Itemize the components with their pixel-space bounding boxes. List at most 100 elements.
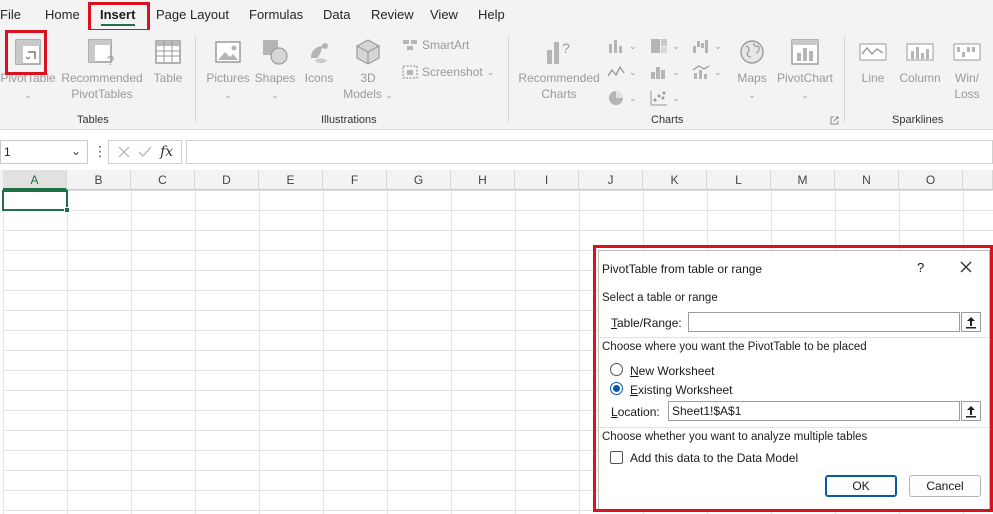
enter-check-icon[interactable] — [138, 145, 152, 159]
smartart-button[interactable]: SmartArt — [402, 38, 469, 52]
recommended-charts-label-2: Charts — [541, 87, 577, 101]
column-header-i[interactable]: I — [515, 170, 579, 190]
line-chart-icon — [607, 65, 625, 77]
pie-chart-icon — [609, 91, 623, 105]
tab-page-layout[interactable]: Page Layout — [156, 7, 229, 22]
column-header-partial[interactable] — [963, 170, 993, 190]
pivottable-button[interactable]: PivotTable ⌄ — [0, 38, 56, 103]
recommended-pivottables-label-1: Recommended — [61, 71, 143, 85]
column-header-k[interactable]: K — [643, 170, 707, 190]
fill-handle[interactable] — [64, 207, 70, 213]
collapse-arrow-up-icon — [966, 406, 976, 418]
chevron-down-icon: ⌄ — [486, 66, 495, 77]
collapse-arrow-up-icon — [966, 317, 976, 329]
tab-insert[interactable]: Insert — [100, 7, 135, 22]
sparkline-winloss-label-2: Loss — [954, 87, 980, 101]
column-header-j[interactable]: J — [579, 170, 643, 190]
column-header-m[interactable]: M — [771, 170, 835, 190]
formula-input[interactable] — [186, 140, 993, 164]
tab-view[interactable]: View — [430, 7, 458, 22]
recommended-pivottables-button[interactable]: ? Recommended PivotTables — [60, 38, 144, 102]
column-header-o[interactable]: O — [899, 170, 963, 190]
statistic-chart-button[interactable]: ⌄ — [650, 64, 680, 80]
column-header-a[interactable]: A — [3, 170, 67, 190]
icons-label: Icons — [304, 71, 334, 85]
pivotchart-button[interactable]: PivotChart ⌄ — [774, 38, 836, 103]
help-button[interactable]: ? — [917, 260, 924, 275]
tab-review[interactable]: Review — [371, 7, 414, 22]
column-header-c[interactable]: C — [131, 170, 195, 190]
icons-button[interactable]: Icons — [299, 38, 339, 86]
tables-group-label: Tables — [77, 114, 109, 126]
screenshot-button[interactable]: Screenshot ⌄ — [402, 65, 494, 79]
column-header-e[interactable]: E — [259, 170, 323, 190]
waterfall-chart-button[interactable]: ⌄ — [692, 38, 722, 54]
sparkline-winloss-button[interactable]: Win/ Loss — [948, 38, 986, 102]
tab-help[interactable]: Help — [478, 7, 505, 22]
recommended-pivottables-label-2: PivotTables — [71, 87, 133, 101]
scatter-chart-button[interactable]: ⌄ — [650, 90, 680, 106]
maps-label: Maps — [737, 71, 767, 85]
sparklines-group-label: Sparklines — [892, 114, 944, 126]
chevron-down-icon[interactable]: ⌄ — [71, 144, 81, 158]
column-header-n[interactable]: N — [835, 170, 899, 190]
column-header-f[interactable]: F — [323, 170, 387, 190]
data-model-checkbox[interactable] — [610, 451, 623, 464]
recommended-pivottables-icon: ? — [88, 39, 114, 66]
scatter-chart-icon — [650, 91, 667, 106]
column-header-h[interactable]: H — [451, 170, 515, 190]
shapes-button[interactable]: Shapes ⌄ — [253, 38, 297, 103]
chevron-down-icon: ⌄ — [629, 40, 637, 51]
cancel-button[interactable]: Cancel — [909, 475, 981, 497]
ok-button[interactable]: OK — [825, 475, 897, 497]
pivottable-dialog: PivotTable from table or range ? Select … — [598, 250, 990, 510]
column-header-l[interactable]: L — [707, 170, 771, 190]
3d-models-label-1: 3D — [360, 71, 376, 85]
recommended-charts-button[interactable]: ? Recommended Charts — [516, 38, 602, 102]
new-worksheet-radio[interactable] — [610, 363, 623, 376]
hierarchy-chart-button[interactable]: ⌄ — [650, 38, 680, 54]
combo-chart-button[interactable]: ⌄ — [692, 64, 722, 80]
pictures-button[interactable]: Pictures ⌄ — [204, 38, 252, 103]
table-range-collapse-button[interactable] — [961, 312, 981, 332]
tab-file[interactable]: File — [0, 7, 21, 22]
sparkline-column-icon — [906, 43, 934, 61]
column-header-b[interactable]: B — [67, 170, 131, 190]
existing-worksheet-label: Existing Worksheet — [630, 383, 733, 397]
pivotchart-label: PivotChart — [776, 71, 834, 85]
sparkline-column-button[interactable]: Column — [896, 38, 944, 86]
tab-home[interactable]: Home — [45, 7, 80, 22]
chevron-down-icon: ⌄ — [672, 92, 680, 103]
dialog-launcher-icon[interactable] — [830, 116, 839, 125]
location-collapse-button[interactable] — [961, 401, 981, 421]
recommended-charts-icon: ? — [547, 40, 570, 64]
sparkline-line-button[interactable]: Line — [854, 38, 892, 86]
line-chart-button[interactable]: ⌄ — [607, 64, 637, 80]
active-cell-a1[interactable] — [2, 190, 70, 213]
3d-models-button[interactable]: 3D Models ⌄ — [342, 38, 394, 103]
table-range-input[interactable] — [688, 312, 960, 332]
more-options-icon[interactable]: ⋮ — [93, 144, 107, 158]
chevron-down-icon: ⌄ — [24, 90, 32, 100]
column-chart-button[interactable]: ⌄ — [607, 38, 637, 54]
pie-chart-button[interactable]: ⌄ — [607, 90, 637, 106]
column-header-g[interactable]: G — [387, 170, 451, 190]
existing-worksheet-radio[interactable] — [610, 382, 623, 395]
tab-formulas[interactable]: Formulas — [249, 7, 303, 22]
table-button[interactable]: Table — [148, 38, 188, 86]
sparkline-column-label: Column — [899, 71, 941, 85]
ribbon: PivotTable ⌄ ? Recommended PivotTables T… — [0, 30, 993, 130]
insert-function-button[interactable]: fx — [160, 144, 173, 160]
formula-controls: fx — [108, 140, 182, 164]
close-icon[interactable] — [957, 258, 975, 276]
column-header-d[interactable]: D — [195, 170, 259, 190]
location-input[interactable]: Sheet1!$A$1 — [668, 401, 960, 421]
smartart-label: SmartArt — [422, 38, 470, 52]
shapes-icon — [263, 40, 288, 65]
tab-data[interactable]: Data — [323, 7, 350, 22]
pivottable-icon — [15, 39, 41, 65]
cancel-icon[interactable] — [117, 145, 131, 159]
waterfall-chart-icon — [693, 40, 708, 53]
name-box[interactable]: 1 ⌄ — [0, 140, 88, 164]
maps-button[interactable]: Maps ⌄ — [732, 38, 772, 103]
